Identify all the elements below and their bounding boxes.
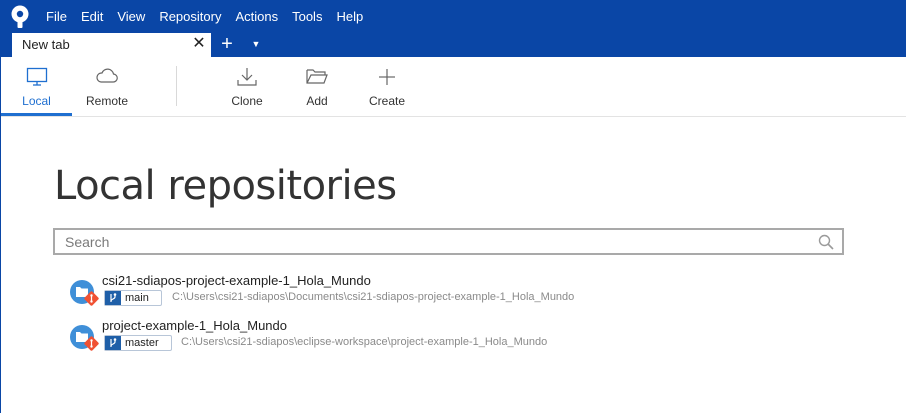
create-button[interactable]: Create [362, 57, 412, 116]
menu-help[interactable]: Help [336, 9, 363, 24]
repository-path: C:\Users\csi21-sdiapos\Documents\csi21-s… [172, 291, 575, 303]
repository-list-item[interactable]: csi21-sdiapos-project-example-1_Hola_Mun… [69, 273, 829, 313]
local-button[interactable]: Local [1, 57, 72, 116]
menu-file[interactable]: File [46, 9, 67, 24]
branch-badge: master [104, 335, 172, 351]
git-repository-icon [70, 280, 99, 306]
title-bar: File Edit View Repository Actions Tools … [0, 0, 906, 33]
search-box[interactable] [53, 228, 844, 255]
repository-name: csi21-sdiapos-project-example-1_Hola_Mun… [102, 273, 371, 288]
monitor-icon [26, 67, 47, 86]
page-title: Local repositories [54, 163, 397, 209]
tab-strip: New tab ✕ + ▼ [0, 33, 906, 57]
sourcetree-logo-icon[interactable] [9, 5, 31, 29]
remote-label: Remote [85, 94, 129, 108]
branch-icon [105, 291, 121, 305]
add-button[interactable]: Add [296, 57, 338, 116]
repository-name: project-example-1_Hola_Mundo [102, 318, 287, 333]
folder-open-icon [306, 69, 328, 84]
toolbar-separator [176, 66, 177, 106]
repository-list-item[interactable]: project-example-1_Hola_Mundo master C:\U… [69, 318, 829, 358]
toolbar: Local Remote Clone Add Create [1, 57, 906, 117]
repository-path: C:\Users\csi21-sdiapos\eclipse-workspace… [181, 336, 548, 348]
local-label: Local [22, 94, 51, 108]
menu-view[interactable]: View [117, 9, 145, 24]
clone-label: Clone [231, 94, 263, 108]
branch-name: master [125, 337, 159, 349]
menu-actions[interactable]: Actions [235, 9, 278, 24]
clone-button[interactable]: Clone [223, 57, 271, 116]
create-label: Create [368, 94, 406, 108]
search-icon[interactable] [818, 234, 834, 250]
download-icon [237, 68, 257, 86]
plus-icon [379, 69, 395, 85]
remote-button[interactable]: Remote [74, 57, 140, 116]
add-label: Add [306, 94, 328, 108]
main-content: Local Remote Clone Add Create Local repo… [1, 57, 906, 413]
branch-icon [105, 336, 121, 350]
cloud-icon [96, 68, 118, 83]
menu-tools[interactable]: Tools [292, 9, 322, 24]
close-tab-icon[interactable]: ✕ [191, 35, 207, 53]
branch-badge: main [104, 290, 162, 306]
menu-repository[interactable]: Repository [159, 9, 221, 24]
menu-bar: File Edit View Repository Actions Tools … [46, 0, 377, 33]
tab-title: New tab [22, 37, 70, 52]
tab-dropdown-icon[interactable]: ▼ [249, 36, 263, 52]
tab-new-tab[interactable]: New tab ✕ [12, 33, 211, 57]
add-tab-icon[interactable]: + [217, 34, 237, 54]
active-tab-indicator [1, 113, 72, 116]
search-input[interactable] [65, 232, 805, 251]
git-repository-icon [70, 325, 99, 351]
menu-edit[interactable]: Edit [81, 9, 103, 24]
branch-name: main [125, 292, 149, 304]
